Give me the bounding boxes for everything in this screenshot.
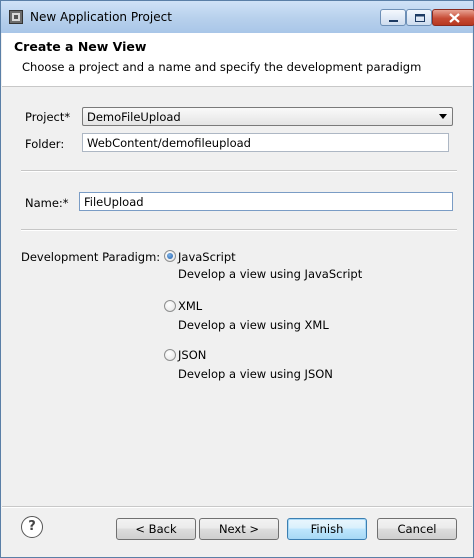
xml-description: Develop a view using XML bbox=[178, 318, 329, 332]
header-banner: Create a New View Choose a project and a… bbox=[2, 33, 472, 87]
window-title: New Application Project bbox=[30, 10, 172, 24]
radio-json-label[interactable]: JSON bbox=[178, 348, 206, 362]
separator bbox=[21, 229, 457, 231]
close-icon bbox=[449, 13, 460, 23]
app-icon bbox=[9, 10, 23, 24]
minimize-button[interactable] bbox=[380, 9, 406, 26]
close-button[interactable] bbox=[432, 9, 474, 26]
project-label: Project* bbox=[25, 110, 71, 124]
project-dropdown[interactable]: DemoFileUpload bbox=[82, 107, 453, 126]
help-button[interactable]: ? bbox=[21, 516, 43, 538]
folder-field[interactable] bbox=[82, 133, 449, 152]
radio-json[interactable] bbox=[164, 349, 176, 361]
next-button[interactable]: Next > bbox=[199, 518, 279, 540]
page-title: Create a New View bbox=[14, 39, 147, 54]
development-paradigm-label: Development Paradigm: bbox=[21, 250, 161, 264]
page-description: Choose a project and a name and specify … bbox=[22, 60, 422, 74]
dialog-window: New Application Project Create a New Vie… bbox=[0, 0, 474, 558]
folder-input[interactable] bbox=[83, 134, 448, 151]
radio-javascript-label[interactable]: JavaScript bbox=[178, 250, 236, 264]
javascript-description: Develop a view using JavaScript bbox=[178, 267, 363, 281]
separator bbox=[21, 170, 457, 172]
minimize-icon bbox=[389, 20, 398, 22]
maximize-button[interactable] bbox=[406, 9, 432, 26]
footer-separator bbox=[2, 506, 472, 508]
finish-button[interactable]: Finish bbox=[287, 518, 367, 540]
maximize-icon bbox=[415, 14, 425, 22]
radio-xml[interactable] bbox=[164, 300, 176, 312]
back-button[interactable]: < Back bbox=[116, 518, 196, 540]
name-label: Name:* bbox=[25, 196, 69, 210]
name-input[interactable] bbox=[80, 193, 452, 210]
cancel-button[interactable]: Cancel bbox=[377, 518, 457, 540]
radio-selected-dot bbox=[167, 253, 173, 259]
title-bar[interactable]: New Application Project bbox=[1, 1, 474, 33]
radio-javascript[interactable] bbox=[164, 250, 176, 262]
radio-xml-label[interactable]: XML bbox=[178, 299, 202, 313]
dropdown-arrow-icon bbox=[439, 114, 447, 119]
help-icon: ? bbox=[28, 519, 36, 534]
json-description: Develop a view using JSON bbox=[178, 367, 333, 381]
project-value: DemoFileUpload bbox=[87, 110, 181, 124]
name-field[interactable] bbox=[79, 192, 453, 211]
folder-label: Folder: bbox=[25, 137, 65, 151]
